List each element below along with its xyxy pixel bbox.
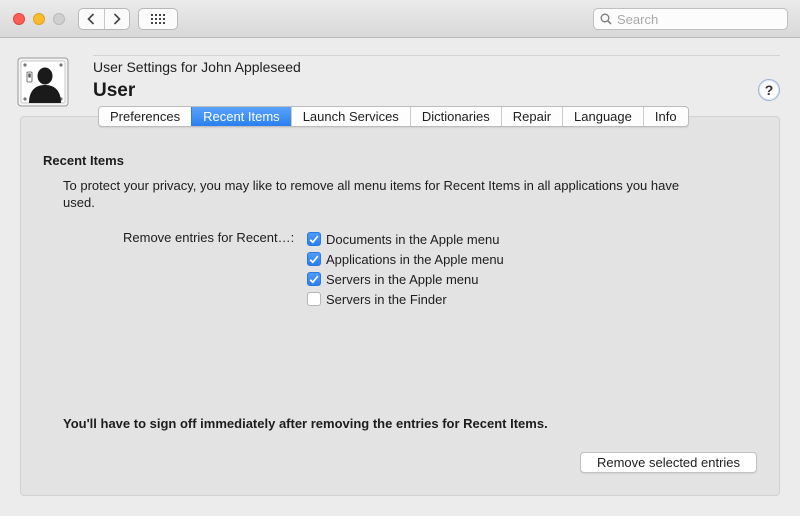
option-documents[interactable]: Documents in the Apple menu	[307, 229, 504, 249]
search-field[interactable]	[593, 8, 788, 30]
tab-preferences[interactable]: Preferences	[99, 107, 191, 126]
page-subtitle: User Settings for John Appleseed	[93, 59, 301, 75]
tab-launch-services[interactable]: Launch Services	[290, 107, 410, 126]
search-input[interactable]	[617, 11, 777, 27]
show-all-button[interactable]	[138, 8, 178, 30]
header-divider	[93, 55, 780, 56]
option-label: Servers in the Apple menu	[326, 271, 479, 287]
tab-dictionaries[interactable]: Dictionaries	[409, 107, 501, 126]
checkbox-servers-finder[interactable]	[307, 292, 321, 306]
grid-icon	[151, 14, 165, 24]
option-applications[interactable]: Applications in the Apple menu	[307, 249, 504, 269]
option-label: Applications in the Apple menu	[326, 251, 504, 267]
page-title: User	[93, 80, 136, 101]
tab-repair[interactable]: Repair	[500, 107, 562, 126]
chevron-right-icon	[113, 13, 121, 25]
help-button[interactable]: ?	[758, 79, 780, 101]
tab-recent-items[interactable]: Recent Items	[191, 107, 291, 126]
checkmark-icon	[309, 235, 319, 244]
forward-button[interactable]	[103, 9, 130, 29]
chevron-left-icon	[87, 13, 95, 25]
remove-selected-entries-button[interactable]: Remove selected entries	[580, 452, 757, 473]
option-servers-finder[interactable]: Servers in the Finder	[307, 289, 504, 309]
zoom-window-button[interactable]	[53, 13, 65, 25]
back-button[interactable]	[79, 9, 104, 29]
help-label: ?	[764, 82, 774, 98]
section-description: To protect your privacy, you may like to…	[63, 178, 680, 210]
tab-bar: Preferences Recent Items Launch Services…	[98, 106, 689, 127]
checkbox-documents[interactable]	[307, 232, 321, 246]
minimize-window-button[interactable]	[33, 13, 45, 25]
sign-off-warning: You'll have to sign off immediately afte…	[63, 416, 548, 431]
checkbox-applications[interactable]	[307, 252, 321, 266]
option-label: Documents in the Apple menu	[326, 231, 500, 247]
navigation-buttons	[78, 8, 130, 30]
checkmark-icon	[309, 255, 319, 264]
checkmark-icon	[309, 275, 319, 284]
checkbox-servers-apple-menu[interactable]	[307, 272, 321, 286]
tab-language[interactable]: Language	[562, 107, 643, 126]
option-servers-apple-menu[interactable]: Servers in the Apple menu	[307, 269, 504, 289]
user-silhouette-icon	[17, 57, 69, 107]
option-label: Servers in the Finder	[326, 291, 447, 307]
close-window-button[interactable]	[13, 13, 25, 25]
search-icon	[600, 13, 612, 25]
remove-entries-label: Remove entries for Recent…:	[123, 230, 295, 245]
window-toolbar	[0, 0, 800, 38]
tab-info[interactable]: Info	[642, 107, 688, 126]
section-title: Recent Items	[43, 153, 124, 168]
recent-items-options: Documents in the Apple menu Applications…	[307, 229, 504, 309]
